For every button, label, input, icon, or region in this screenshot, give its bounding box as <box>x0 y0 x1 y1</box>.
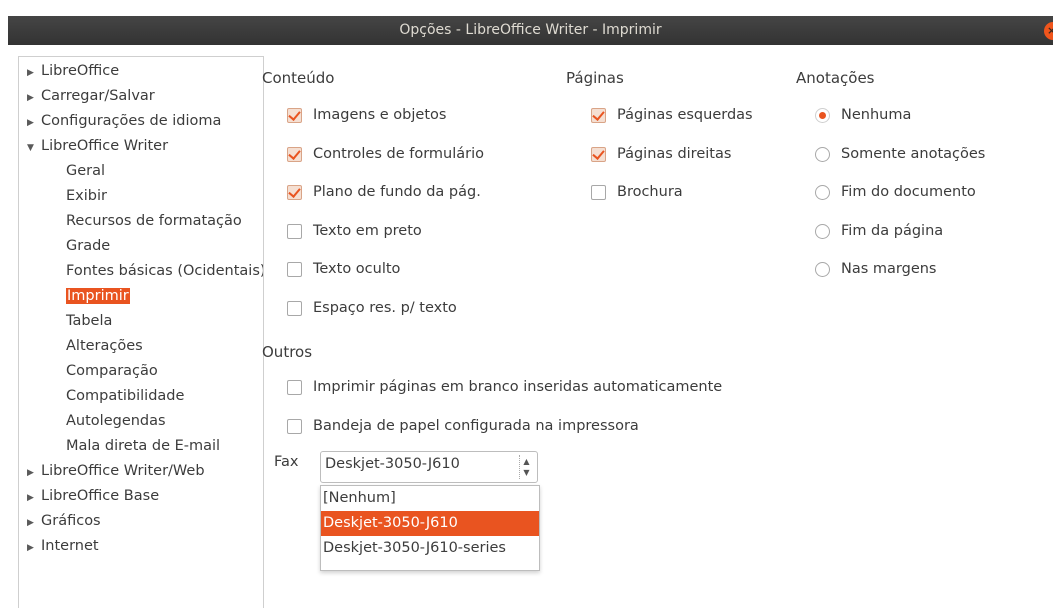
fax-label: Fax <box>274 454 299 470</box>
spin-arrows-icon[interactable]: ▲ ▼ <box>519 455 533 479</box>
tree-item-recursos-de-formatacao[interactable]: Recursos de formatação <box>66 210 242 232</box>
tree-item-imprimir[interactable]: Imprimir <box>66 285 130 307</box>
checkbox-box[interactable] <box>287 262 302 277</box>
collapsed-arrow-icon[interactable]: ▶ <box>19 62 41 84</box>
collapsed-arrow-icon[interactable]: ▶ <box>19 537 41 559</box>
tree-item-compatibilidade[interactable]: Compatibilidade <box>66 385 184 407</box>
tree-item-label: Exibir <box>66 188 107 204</box>
window-title: Opções - LibreOffice Writer - Imprimir <box>399 22 662 38</box>
checkbox-box[interactable] <box>287 146 302 162</box>
radio-button[interactable] <box>815 146 830 162</box>
tree-item-libreoffice-base[interactable]: ▶ LibreOffice Base <box>19 485 159 507</box>
tree-item-exibir[interactable]: Exibir <box>66 185 107 207</box>
tree-item-libreoffice-writer-web[interactable]: ▶ LibreOffice Writer/Web <box>19 460 205 482</box>
checkbox-box[interactable] <box>287 380 302 395</box>
option-label: Páginas direitas <box>617 145 732 162</box>
tree-item-fontes-basicas-ocidentais[interactable]: Fontes básicas (Ocidentais) <box>66 260 264 282</box>
radio-button[interactable] <box>815 262 830 277</box>
tree-item-label: Alterações <box>66 338 143 354</box>
options-tree: ▶ LibreOffice ▶ Carregar/Salvar ▶ Configuraçõ… <box>18 56 264 608</box>
collapsed-arrow-icon[interactable]: ▶ <box>19 87 41 109</box>
tree-item-label: Grade <box>66 238 111 254</box>
tree-item-geral[interactable]: Geral <box>66 160 105 182</box>
option-label: Somente anotações <box>841 145 986 162</box>
tree-item-graficos[interactable]: ▶ Gráficos <box>19 510 101 532</box>
tree-item-label: LibreOffice Base <box>41 488 160 504</box>
option-label: Páginas esquerdas <box>617 107 753 123</box>
checkbox-box[interactable] <box>287 300 302 316</box>
checkbox-box[interactable] <box>287 223 302 239</box>
fax-combobox[interactable]: Deskjet-3050-J610 ▲ ▼ <box>320 451 538 483</box>
collapsed-arrow-icon[interactable]: ▶ <box>19 487 41 509</box>
dropdown-item-deskjet-3050-j610-series[interactable]: Deskjet-3050-J610-series <box>321 536 539 561</box>
radio-button[interactable] <box>815 223 830 239</box>
option-label: Fim da página <box>841 222 944 239</box>
option-label: Bandeja de papel configurada na impresso… <box>313 417 639 434</box>
dropdown-item-nenhum[interactable]: [Nenhum] <box>321 486 539 511</box>
option-label: Plano de fundo da pág. <box>313 184 481 200</box>
section-title-outros: Outros <box>262 343 313 361</box>
fax-combobox-value: Deskjet-3050-J610 <box>325 456 460 472</box>
option-label: Imprimir páginas em branco inseridas aut… <box>313 379 723 395</box>
tree-item-comparacao[interactable]: Comparação <box>66 360 158 382</box>
checkbox-box[interactable] <box>591 108 606 123</box>
radio-button[interactable] <box>815 185 830 200</box>
section-title-conteudo: Conteúdo <box>262 69 335 87</box>
tree-item-label: Internet <box>41 538 99 554</box>
checkbox-box[interactable] <box>287 418 302 434</box>
tree-item-mala-direta-de-e-mail[interactable]: Mala direta de E-mail <box>66 435 220 457</box>
tree-item-label: Gráficos <box>41 513 101 529</box>
collapsed-arrow-icon[interactable]: ▶ <box>19 462 41 484</box>
tree-item-label: Configurações de idioma <box>41 113 222 129</box>
checkbox-box[interactable] <box>591 185 606 200</box>
option-label: Texto em preto <box>313 222 422 239</box>
tree-item-label: Autolegendas <box>66 413 166 429</box>
tree-item-label: Tabela <box>66 313 113 329</box>
tree-item-alteracoes[interactable]: Alterações <box>66 335 143 357</box>
option-label: Espaço res. p/ texto <box>313 299 457 316</box>
tree-item-label: Geral <box>66 163 106 179</box>
option-label: Texto oculto <box>313 261 401 277</box>
radio-button[interactable] <box>815 108 830 123</box>
tree-item-internet[interactable]: ▶ Internet <box>19 535 99 557</box>
tree-item-label: Imprimir <box>66 288 130 304</box>
section-title-paginas: Páginas <box>566 69 624 87</box>
option-label: Imagens e objetos <box>313 107 447 123</box>
option-label: Fim do documento <box>841 184 976 200</box>
fax-dropdown-list: [Nenhum] Deskjet-3050-J610 Deskjet-3050-J6… <box>320 485 540 571</box>
tree-item-label: Comparação <box>66 363 158 379</box>
tree-item-label: Compatibilidade <box>66 388 185 404</box>
option-label: Brochura <box>617 184 683 200</box>
option-label: Nas margens <box>841 261 937 277</box>
tree-item-label: LibreOffice Writer <box>41 138 169 154</box>
window-titlebar: Opções - LibreOffice Writer - Imprimir × <box>8 16 1053 45</box>
tree-item-label: Carregar/Salvar <box>41 88 155 104</box>
tree-item-label: Mala direta de E-mail <box>66 438 221 454</box>
expanded-arrow-icon[interactable]: ▼ <box>19 137 41 159</box>
checkbox-box[interactable] <box>591 146 606 162</box>
collapsed-arrow-icon[interactable]: ▶ <box>19 112 41 134</box>
option-label: Nenhuma <box>841 107 912 123</box>
tree-item-label: Recursos de formatação <box>66 213 242 229</box>
option-label: Controles de formulário <box>313 145 485 162</box>
tree-item-label: LibreOffice Writer/Web <box>41 463 205 479</box>
tree-item-libreoffice[interactable]: ▶ LibreOffice <box>19 60 119 82</box>
checkbox-box[interactable] <box>287 108 302 123</box>
tree-item-tabela[interactable]: Tabela <box>66 310 112 332</box>
collapsed-arrow-icon[interactable]: ▶ <box>19 512 41 534</box>
tree-item-configuracoes-de-idioma[interactable]: ▶ Configurações de idioma <box>19 110 221 132</box>
dropdown-item-deskjet-3050-j610[interactable]: Deskjet-3050-J610 <box>321 511 539 536</box>
options-dialog-body: ▶ LibreOffice ▶ Carregar/Salvar ▶ Configuraçõ… <box>8 45 1053 608</box>
close-icon[interactable]: × <box>1044 22 1053 40</box>
tree-item-grade[interactable]: Grade <box>66 235 110 257</box>
checkbox-box[interactable] <box>287 185 302 200</box>
tree-item-libreoffice-writer[interactable]: ▼ LibreOffice Writer <box>19 135 168 157</box>
tree-item-label: LibreOffice <box>41 63 120 79</box>
tree-item-label: Fontes básicas (Ocidentais) <box>66 263 264 279</box>
section-title-anotacoes: Anotações <box>796 69 875 87</box>
tree-item-autolegendas[interactable]: Autolegendas <box>66 410 166 432</box>
tree-item-carregar-salvar[interactable]: ▶ Carregar/Salvar <box>19 85 155 107</box>
